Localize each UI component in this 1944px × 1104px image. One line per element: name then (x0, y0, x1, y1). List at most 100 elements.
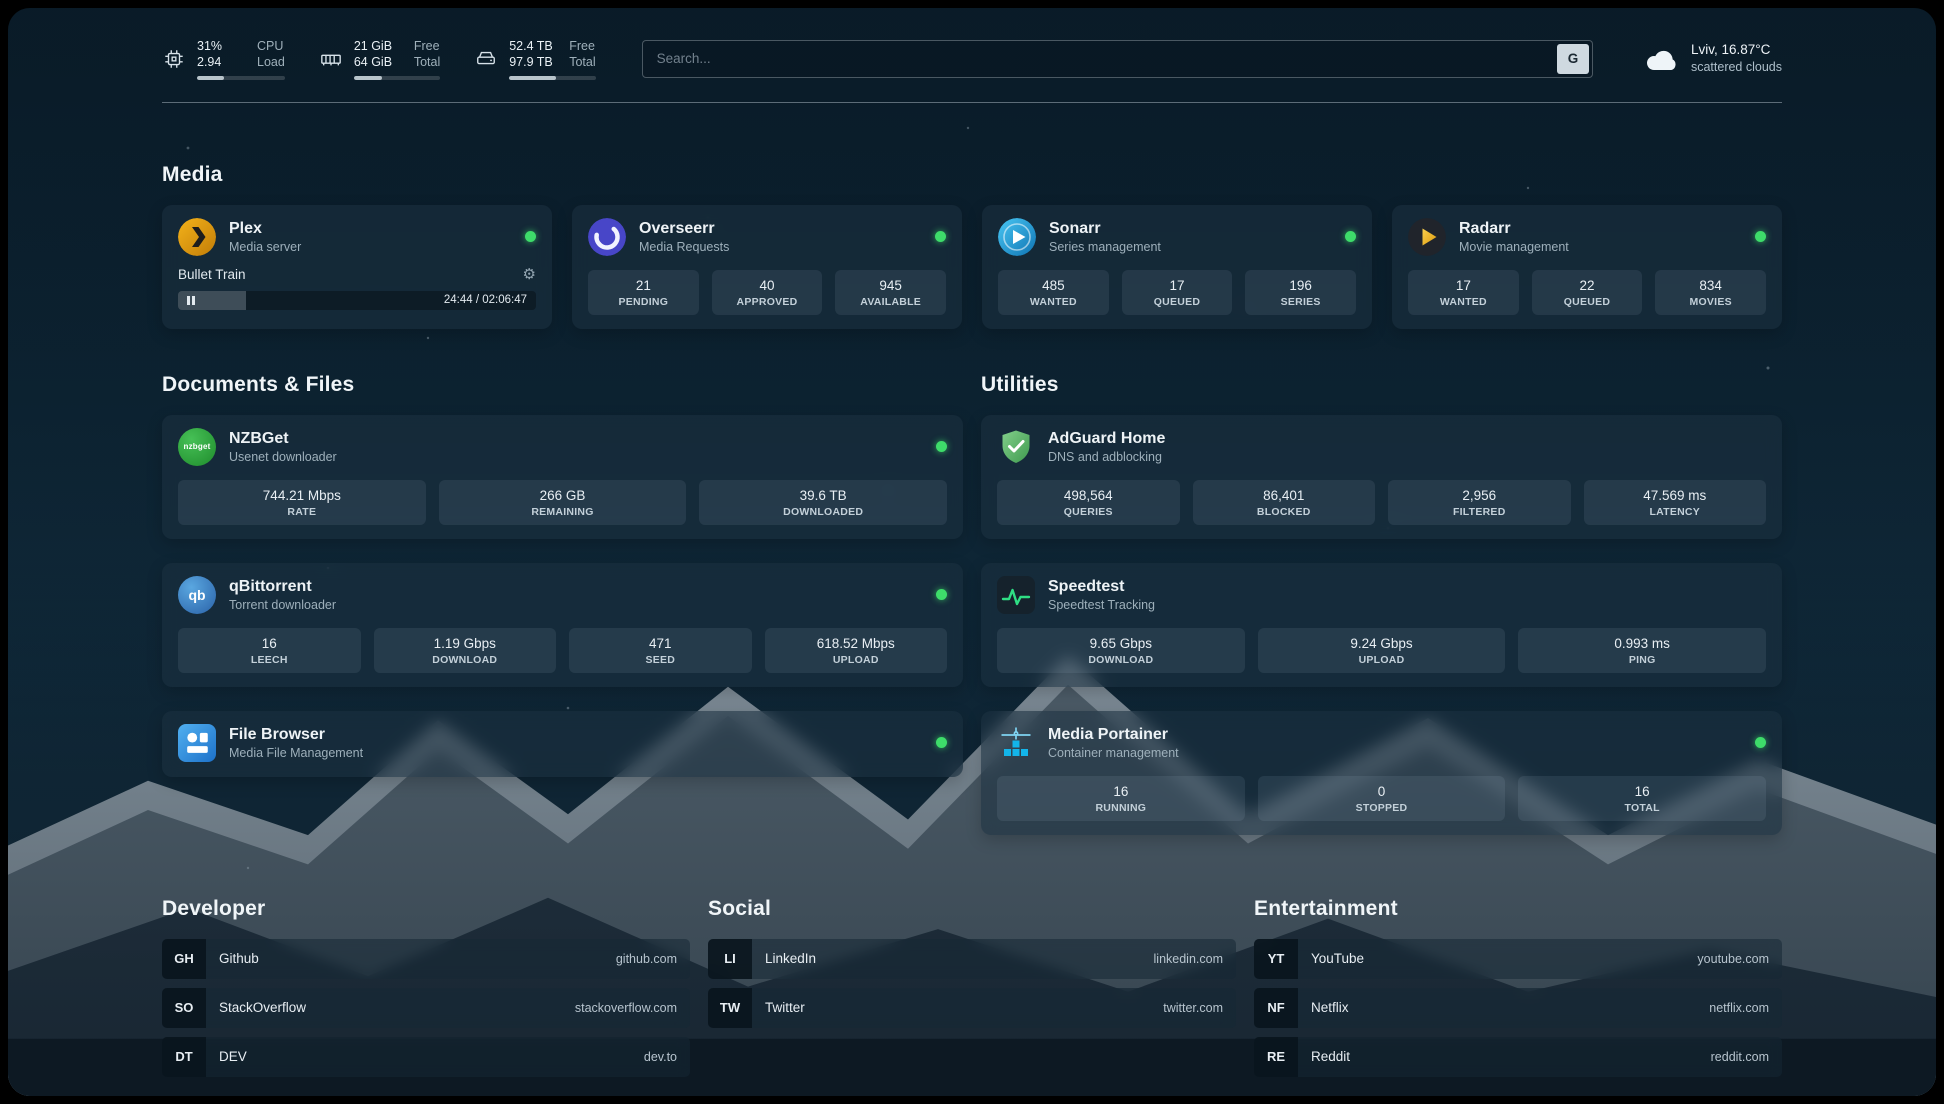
app-name: Sonarr (1049, 219, 1161, 238)
app-subtitle: Movie management (1459, 240, 1569, 254)
stat-label: SERIES (1249, 296, 1352, 308)
cpu-progress-track (197, 76, 285, 80)
link-twitter[interactable]: TW Twitter twitter.com (708, 988, 1236, 1028)
section-developer: Developer GH Github github.com SO StackO… (162, 897, 690, 1086)
stat-label: QUEUED (1536, 296, 1639, 308)
stat-value: 2,956 (1392, 488, 1567, 503)
search-bar: G (642, 40, 1593, 78)
link-name: StackOverflow (219, 1000, 306, 1015)
app-name: Plex (229, 219, 301, 238)
cpu-label-bottom: Load (257, 54, 285, 70)
stat-box: 39.6 TB DOWNLOADED (699, 480, 947, 525)
sonarr-icon (998, 218, 1036, 256)
adguard-card[interactable]: AdGuard Home DNS and adblocking 498,564 … (981, 415, 1782, 539)
stat-label: DOWNLOAD (1001, 654, 1241, 666)
qbittorrent-icon-text: qb (188, 587, 205, 603)
overseerr-icon (588, 218, 626, 256)
cpu-label-top: CPU (257, 38, 285, 54)
playback-bar[interactable]: 24:44 / 02:06:47 (178, 291, 536, 310)
stat-value: 498,564 (1001, 488, 1176, 503)
stat-label: UPLOAD (1262, 654, 1502, 666)
stat-box: 17 WANTED (1408, 270, 1519, 315)
stat-label: DOWNLOADED (703, 506, 943, 518)
system-stats: 31% 2.94 CPU Load (162, 38, 596, 80)
disk-stat: 52.4 TB 97.9 TB Free Total (474, 38, 595, 80)
link-reddit[interactable]: RE Reddit reddit.com (1254, 1037, 1782, 1077)
stat-value: 834 (1659, 278, 1762, 293)
stat-label: AVAILABLE (839, 296, 942, 308)
disk-icon (474, 47, 498, 71)
dev-icon: DT (162, 1037, 206, 1077)
sonarr-card[interactable]: Sonarr Series management 485 WANTED 17 Q… (982, 205, 1372, 329)
search-input[interactable] (642, 40, 1593, 78)
status-dot (1345, 231, 1356, 242)
stat-box: 40 APPROVED (712, 270, 823, 315)
status-dot (1755, 231, 1766, 242)
link-name: Github (219, 951, 259, 966)
ram-stat: 21 GiB 64 GiB Free Total (319, 38, 440, 80)
qbittorrent-card[interactable]: qb qBittorrent Torrent downloader 16 LEE… (162, 563, 963, 687)
stat-value: 485 (1002, 278, 1105, 293)
stat-box: 618.52 Mbps UPLOAD (765, 628, 948, 673)
nzbget-card[interactable]: nzbget NZBGet Usenet downloader 744.21 M… (162, 415, 963, 539)
stat-box: 744.21 Mbps RATE (178, 480, 426, 525)
link-name: Twitter (765, 1000, 805, 1015)
adguard-icon (997, 428, 1035, 466)
stat-box: 1.19 Gbps DOWNLOAD (374, 628, 557, 673)
disk-total: 97.9 TB (509, 54, 555, 70)
stat-label: PING (1522, 654, 1762, 666)
link-stackoverflow[interactable]: SO StackOverflow stackoverflow.com (162, 988, 690, 1028)
pause-icon[interactable] (187, 296, 195, 305)
filebrowser-card[interactable]: File Browser Media File Management (162, 711, 963, 777)
netflix-icon: NF (1254, 988, 1298, 1028)
portainer-card[interactable]: Media Portainer Container management 16 … (981, 711, 1782, 835)
stat-value: 196 (1249, 278, 1352, 293)
status-dot (936, 737, 947, 748)
filebrowser-icon (178, 724, 216, 762)
radarr-card[interactable]: Radarr Movie management 17 WANTED 22 QUE… (1392, 205, 1782, 329)
app-name: Radarr (1459, 219, 1569, 238)
speedtest-card[interactable]: Speedtest Speedtest Tracking 9.65 Gbps D… (981, 563, 1782, 687)
stat-label: PENDING (592, 296, 695, 308)
link-youtube[interactable]: YT YouTube youtube.com (1254, 939, 1782, 979)
nzbget-icon-text: nzbget (184, 442, 211, 451)
link-linkedin[interactable]: LI LinkedIn linkedin.com (708, 939, 1236, 979)
stat-label: WANTED (1002, 296, 1105, 308)
link-dev[interactable]: DT DEV dev.to (162, 1037, 690, 1077)
reddit-icon: RE (1254, 1037, 1298, 1077)
stat-value: 0 (1262, 784, 1502, 799)
link-netflix[interactable]: NF Netflix netflix.com (1254, 988, 1782, 1028)
app-subtitle: Speedtest Tracking (1048, 598, 1155, 612)
link-url: youtube.com (1697, 952, 1769, 966)
stat-label: QUEUED (1126, 296, 1229, 308)
app-subtitle: Media Requests (639, 240, 729, 254)
overseerr-card[interactable]: Overseerr Media Requests 21 PENDING 40 A… (572, 205, 962, 329)
stat-value: 40 (716, 278, 819, 293)
cpu-percent: 31% (197, 38, 243, 54)
ram-total: 64 GiB (354, 54, 400, 70)
stat-label: LEECH (182, 654, 357, 666)
stat-value: 266 GB (443, 488, 683, 503)
stat-label: SEED (573, 654, 748, 666)
section-title-entertainment: Entertainment (1254, 897, 1782, 921)
stat-box: 22 QUEUED (1532, 270, 1643, 315)
stat-box: 485 WANTED (998, 270, 1109, 315)
link-github[interactable]: GH Github github.com (162, 939, 690, 979)
plex-card[interactable]: Plex Media server Bullet Train ⚙ 24:44 /… (162, 205, 552, 329)
cpu-load: 2.94 (197, 54, 243, 70)
stat-value: 9.24 Gbps (1262, 636, 1502, 651)
status-dot (936, 589, 947, 600)
link-url: linkedin.com (1154, 952, 1223, 966)
search-engine-button[interactable]: G (1557, 44, 1589, 74)
stat-label: STOPPED (1262, 802, 1502, 814)
app-name: NZBGet (229, 429, 337, 448)
link-url: twitter.com (1163, 1001, 1223, 1015)
section-entertainment: Entertainment YT YouTube youtube.com NF … (1254, 897, 1782, 1086)
stat-label: LATENCY (1588, 506, 1763, 518)
status-dot (525, 231, 536, 242)
linkedin-icon: LI (708, 939, 752, 979)
stat-label: MOVIES (1659, 296, 1762, 308)
ram-free: 21 GiB (354, 38, 400, 54)
app-subtitle: DNS and adblocking (1048, 450, 1165, 464)
settings-gear-icon[interactable]: ⚙ (523, 267, 536, 282)
